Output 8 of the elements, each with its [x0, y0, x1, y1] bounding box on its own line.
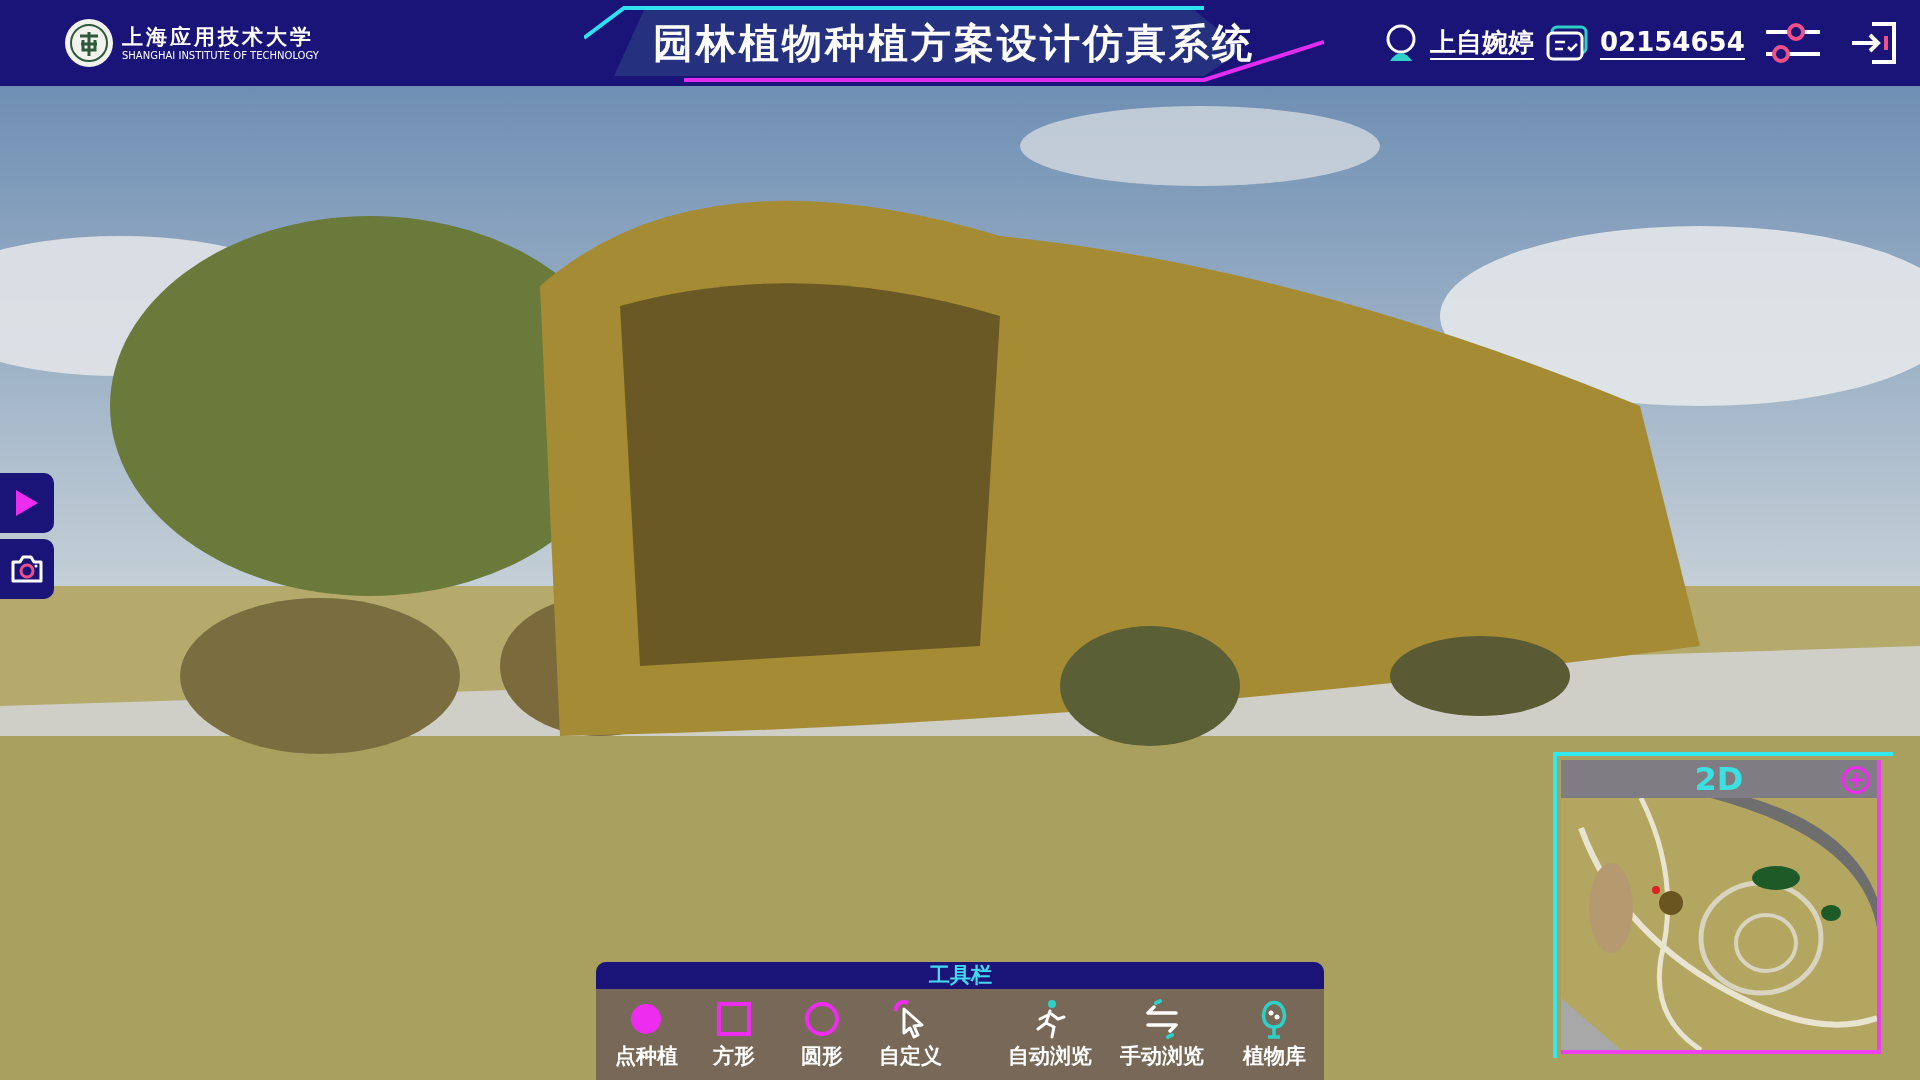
- id-card-icon: [1546, 25, 1588, 61]
- school-emblem-icon: [64, 18, 114, 68]
- school-name: 上海应用技术大学: [122, 23, 315, 50]
- app-title: 园林植物种植方案设计仿真系统: [653, 19, 1255, 68]
- user-avatar-icon: [1384, 23, 1418, 63]
- school-name-english: SHANGHAI INSTITUTE OF TECHNOLOGY: [122, 49, 319, 63]
- student-id: 02154654: [1600, 25, 1745, 61]
- user-name: 上自婉婷: [1430, 25, 1534, 61]
